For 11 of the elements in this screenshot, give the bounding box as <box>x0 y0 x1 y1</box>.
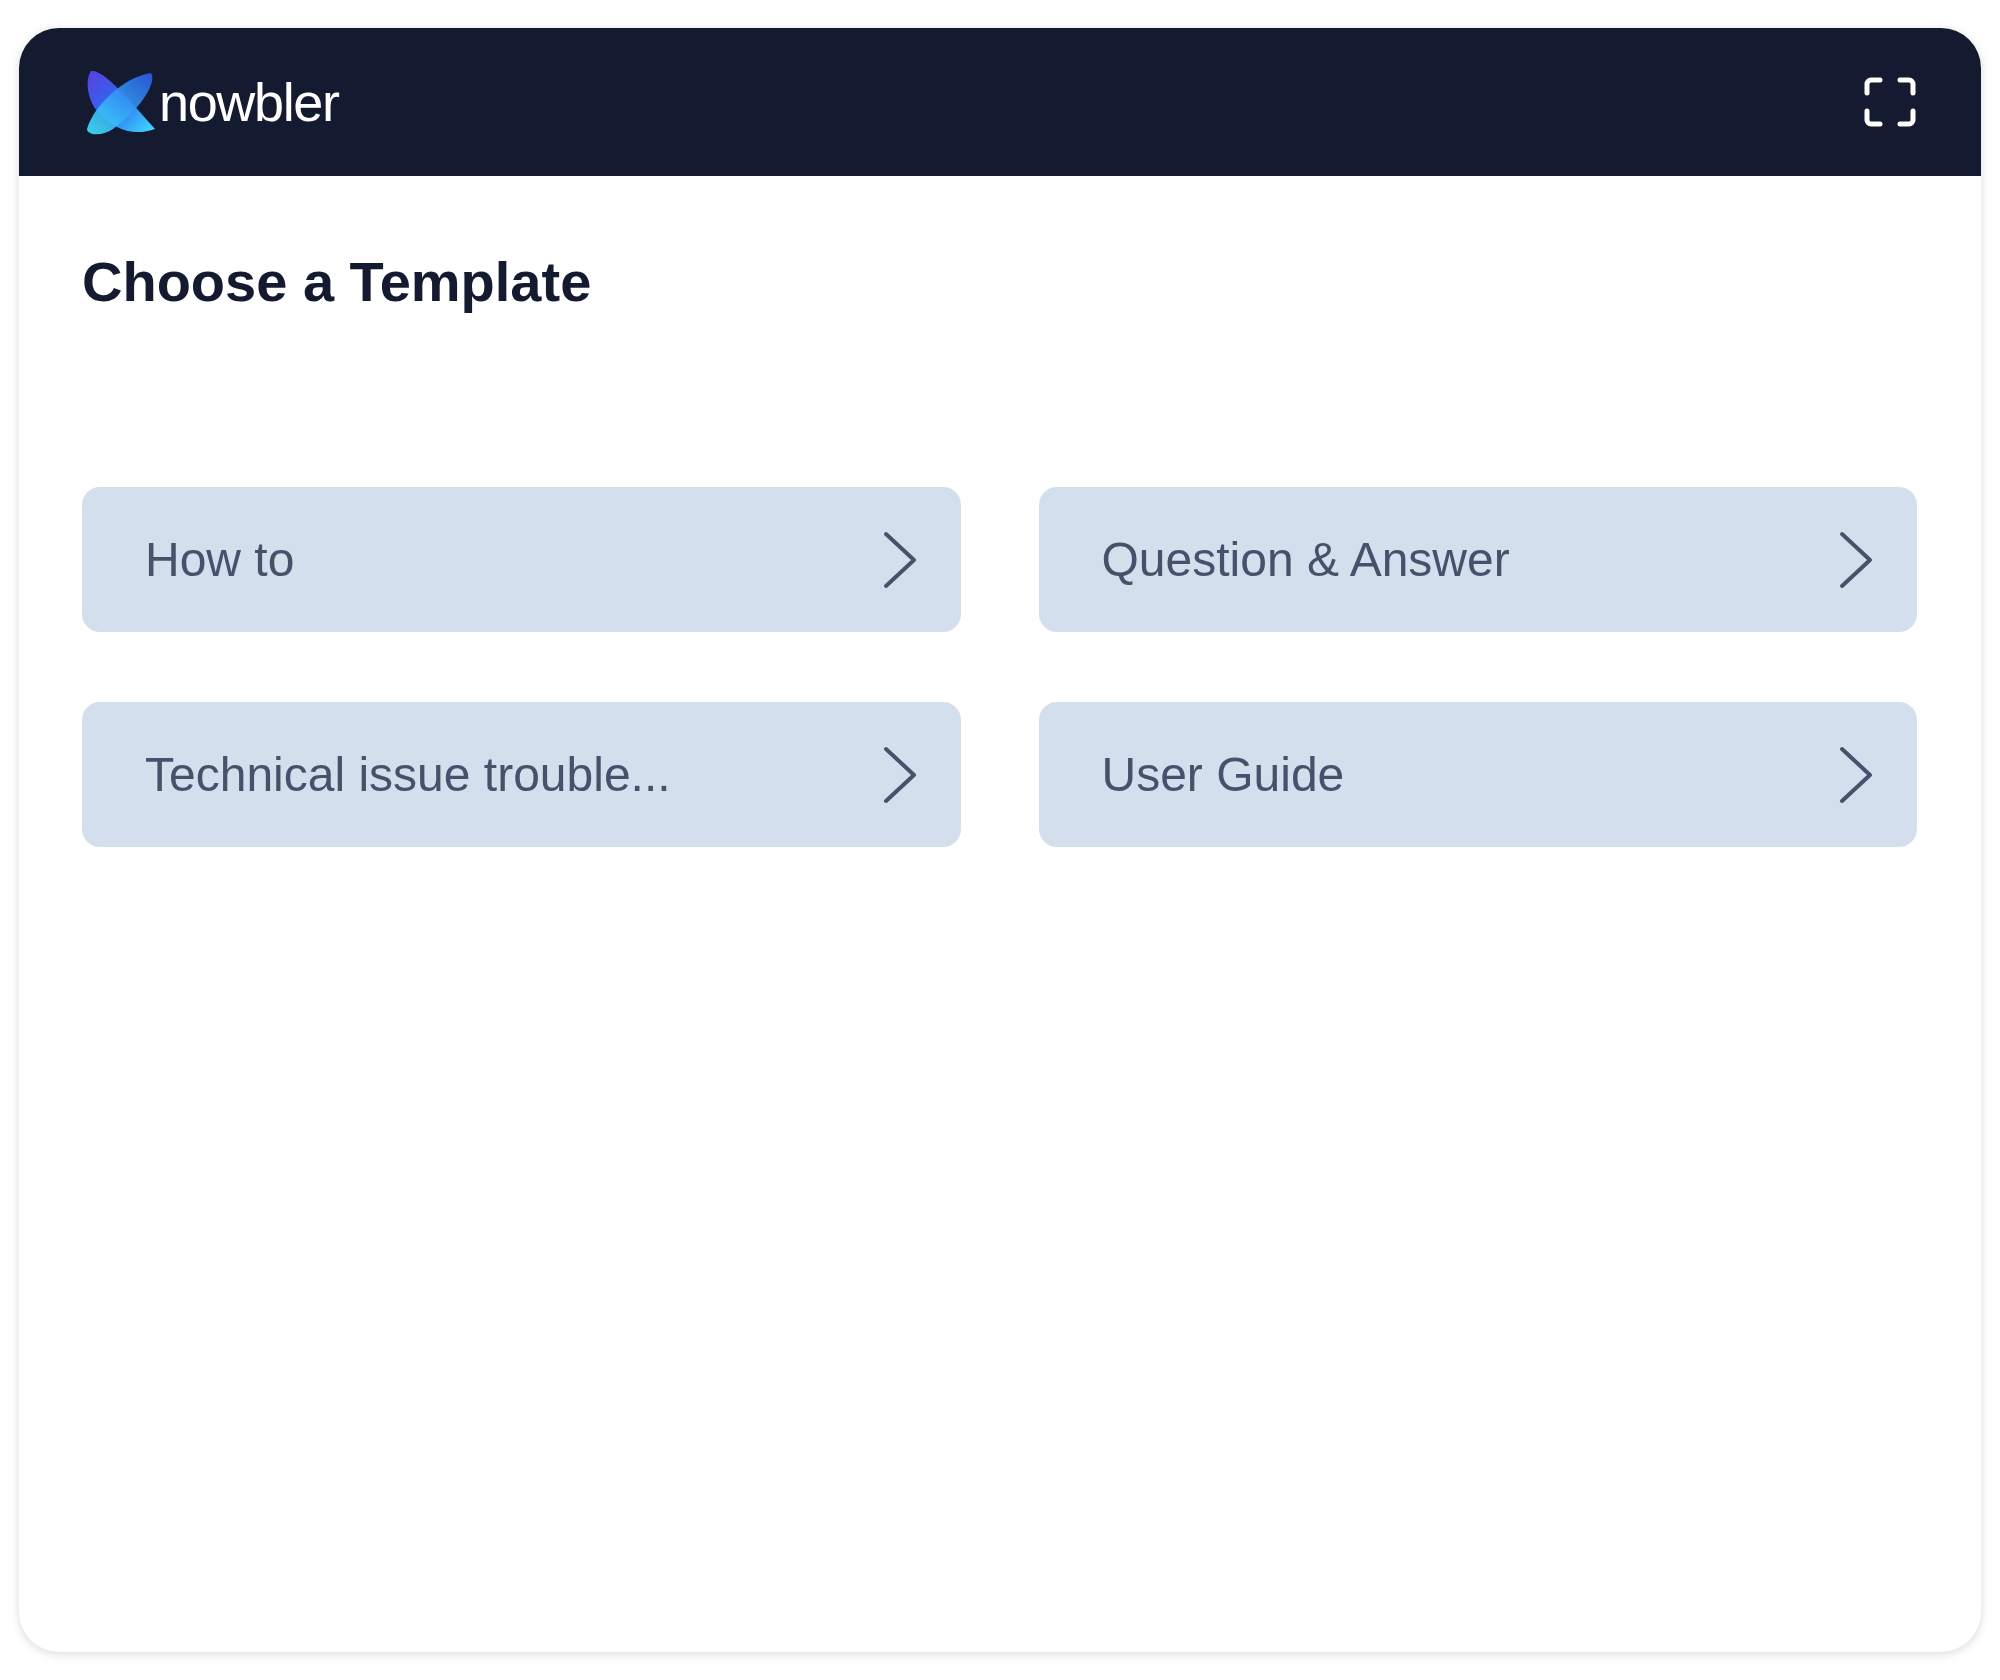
fullscreen-icon <box>1864 77 1916 127</box>
template-button[interactable]: Technical issue trouble... <box>82 702 961 847</box>
template-button[interactable]: Question & Answer <box>1038 487 1917 632</box>
chevron-right-icon <box>1839 745 1873 804</box>
template-button[interactable]: User Guide <box>1038 702 1917 847</box>
chevron-right-icon <box>882 745 917 804</box>
chevron-right-icon <box>1839 530 1873 589</box>
logo-wordmark: nowbler <box>159 70 339 134</box>
fullscreen-button[interactable] <box>1863 75 1917 129</box>
template-button[interactable]: How to <box>82 487 961 632</box>
chevron-right-icon <box>882 530 917 589</box>
